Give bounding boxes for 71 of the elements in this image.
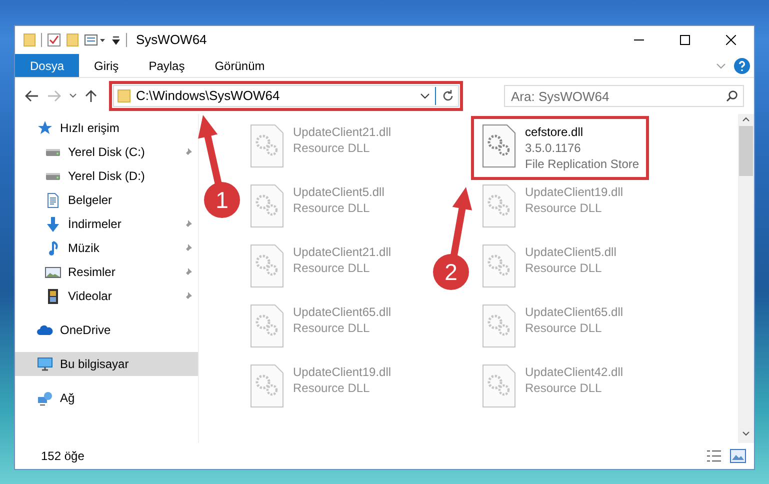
dll-file-icon[interactable] <box>481 124 517 168</box>
sidebar-item[interactable]: Yerel Disk (D:) <box>15 164 151 188</box>
sidebar-item[interactable]: Belgeler <box>15 188 118 212</box>
sidebar-item[interactable]: OneDrive <box>15 318 117 342</box>
file-name[interactable]: cefstore.dll <box>525 124 640 140</box>
window-title: SysWOW64 <box>136 31 207 50</box>
step-marker <box>433 254 469 290</box>
download-arrow-icon <box>46 216 60 232</box>
details-view-icon[interactable] <box>706 449 722 463</box>
up-arrow-icon[interactable] <box>85 89 97 103</box>
file-detail: File Replication Store <box>525 156 640 172</box>
dropdown-icon[interactable] <box>420 92 430 100</box>
sidebar-item[interactable]: Videolar <box>15 284 198 308</box>
file-detail: Resource DLL <box>525 200 603 216</box>
file-detail: Resource DLL <box>525 380 603 396</box>
search-field[interactable]: Ara: SysWOW64 <box>504 85 744 107</box>
monitor-icon <box>37 357 53 371</box>
folder-icon[interactable] <box>23 33 36 47</box>
step-number: 1 <box>216 187 228 213</box>
sidebar-item[interactable]: Hızlı erişim <box>15 116 126 140</box>
scrollbar[interactable] <box>738 114 754 443</box>
close-icon <box>726 35 736 45</box>
view-dropdown-icon[interactable] <box>84 33 106 47</box>
back-arrow-icon[interactable] <box>25 90 39 102</box>
file-detail: 3.5.0.1176 <box>525 140 582 156</box>
ribbon-tab[interactable]: Paylaş <box>134 54 200 77</box>
forward-arrow-icon[interactable] <box>47 90 61 102</box>
step-number: 2 <box>444 259 458 285</box>
network-icon <box>37 390 53 406</box>
drive-icon <box>45 148 61 156</box>
document-icon <box>47 192 59 208</box>
film-strip-icon <box>48 288 58 304</box>
sidebar-item[interactable]: Müzik <box>15 236 198 260</box>
expand-ribbon-icon[interactable] <box>716 62 726 70</box>
ribbon-tab[interactable]: Görünüm <box>200 54 280 77</box>
help-icon[interactable] <box>734 58 750 74</box>
step-marker <box>204 182 240 218</box>
music-note-icon <box>48 240 58 256</box>
ribbon-tab[interactable]: Dosya <box>15 54 80 77</box>
cloud-icon <box>37 325 53 335</box>
ribbon-tab[interactable]: Giriş <box>79 54 134 77</box>
file-detail: Resource DLL <box>293 140 371 156</box>
address-bar[interactable]: C:\Windows\SysWOW64 <box>113 85 459 107</box>
minimize-icon <box>634 39 644 41</box>
recent-locations-icon[interactable] <box>69 93 77 99</box>
refresh-icon[interactable] <box>441 89 455 103</box>
sidebar-item[interactable]: Yerel Disk (C:) <box>15 140 198 164</box>
file-detail: Resource DLL <box>525 260 603 276</box>
star-icon <box>37 120 53 136</box>
sidebar-item[interactable]: Ağ <box>15 386 81 410</box>
file-detail: Resource DLL <box>525 320 603 336</box>
file-detail: Resource DLL <box>293 380 371 396</box>
file-detail: Resource DLL <box>293 260 371 276</box>
drive-icon <box>45 172 61 180</box>
sidebar-item[interactable]: İndirmeler <box>15 212 198 236</box>
arrow <box>198 115 222 186</box>
sidebar-item[interactable]: Bu bilgisayar <box>15 352 198 376</box>
file-detail: Resource DLL <box>293 200 371 216</box>
properties-icon[interactable] <box>47 33 61 47</box>
maximize-icon <box>680 35 690 45</box>
arrow <box>450 187 472 257</box>
item-count: 152 öğe <box>41 448 84 465</box>
folder-icon <box>117 89 131 103</box>
scrollbar-thumb[interactable] <box>739 126 753 176</box>
picture-icon <box>45 266 61 278</box>
new-folder-icon[interactable] <box>66 33 79 47</box>
sidebar-item[interactable]: Resimler <box>15 260 198 284</box>
file-detail: Resource DLL <box>293 320 371 336</box>
search-icon[interactable] <box>726 90 738 102</box>
address-path: C:\Windows\SysWOW64 <box>136 87 280 106</box>
large-icons-view-icon[interactable] <box>730 449 746 463</box>
